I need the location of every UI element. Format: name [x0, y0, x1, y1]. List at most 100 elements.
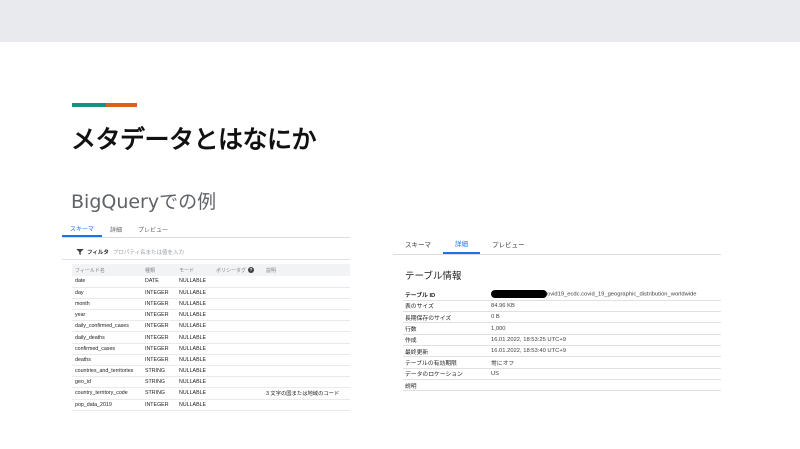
info-label: 長期保存のサイズ: [403, 311, 489, 324]
description-cell: [263, 309, 350, 322]
mode-cell: NULLABLE: [176, 287, 213, 299]
info-row: 表のサイズ 84.96 KB: [403, 300, 721, 313]
info-value: 16.01.2022, 18:53:40 UTC+9: [489, 345, 721, 358]
description-cell: [263, 320, 350, 333]
table-row[interactable]: daily_deaths INTEGER NULLABLE: [72, 331, 350, 344]
filter-bar[interactable]: フィルタ プロパティ名または値を入力: [62, 244, 350, 260]
tab-preview[interactable]: プレビュー: [480, 239, 537, 254]
type-cell: INTEGER: [142, 343, 176, 355]
info-label: 行数: [403, 322, 489, 335]
column-header-policy-tag: ポリシータグ?: [213, 264, 263, 276]
info-label: テーブルの有効期限: [403, 356, 489, 369]
mode-cell: NULLABLE: [176, 376, 213, 389]
info-label: データのロケーション: [403, 368, 489, 380]
table-row[interactable]: pop_data_2019 INTEGER NULLABLE: [72, 399, 350, 411]
policy-tag-cell: [213, 376, 263, 389]
field-name-cell: pop_data_2019: [72, 399, 142, 411]
type-cell: INTEGER: [142, 298, 176, 311]
info-row: 行数 1,000: [403, 322, 721, 335]
type-cell: INTEGER: [142, 354, 176, 367]
table-row[interactable]: countries_and_territories STRING NULLABLE: [72, 365, 350, 378]
table-row[interactable]: daily_confirmed_cases INTEGER NULLABLE: [72, 320, 350, 333]
info-value: 常にオフ: [489, 356, 721, 369]
policy-tag-cell: [213, 365, 263, 378]
info-value: 84.96 KB: [489, 300, 721, 313]
slide-title: メタデータとはなにか: [71, 125, 317, 154]
schema-body: date DATE NULLABLE day INTEGER NULLABLE month I…: [72, 276, 350, 411]
table-row[interactable]: geo_id STRING NULLABLE: [72, 376, 350, 389]
table-row[interactable]: date DATE NULLABLE: [72, 276, 350, 288]
description-cell: [263, 287, 350, 299]
mode-cell: NULLABLE: [176, 276, 213, 288]
mode-cell: NULLABLE: [176, 309, 213, 322]
info-value: ovid19_ecdc.covid_19_geographic_distribu…: [489, 289, 721, 301]
table-row[interactable]: year INTEGER NULLABLE: [72, 309, 350, 322]
mode-cell: NULLABLE: [176, 365, 213, 378]
table-row[interactable]: month INTEGER NULLABLE: [72, 298, 350, 311]
info-label: 作成: [403, 334, 489, 346]
filter-icon: [76, 248, 84, 255]
info-row: 作成 16.01.2022, 18:53:25 UTC+9: [403, 334, 721, 346]
help-icon[interactable]: ?: [248, 267, 255, 273]
policy-tag-cell: [213, 298, 263, 311]
policy-tag-cell: [213, 276, 263, 288]
field-name-cell: country_territory_code: [72, 387, 142, 400]
tab-details[interactable]: 詳細: [443, 238, 480, 254]
type-cell: INTEGER: [142, 399, 176, 411]
tab-preview[interactable]: プレビュー: [130, 225, 176, 237]
table-info: テーブル ID ovid19_ecdc.covid_19_geographic_d…: [403, 289, 721, 392]
policy-tag-cell: [213, 399, 263, 411]
info-row: テーブル ID ovid19_ecdc.covid_19_geographic_d…: [403, 289, 721, 301]
policy-tag-cell: [213, 331, 263, 344]
policy-tag-cell: [213, 343, 263, 355]
description-cell: [263, 276, 350, 288]
field-name-cell: day: [72, 287, 142, 299]
schema-panel: スキーマ 詳細 プレビュー フィルタ プロパティ名または値を入力 フィールド名 …: [62, 224, 350, 414]
info-label: 最終更新: [403, 345, 489, 358]
field-name-cell: geo_id: [72, 376, 142, 389]
top-band: [0, 0, 800, 42]
table-row[interactable]: country_territory_code STRING NULLABLE 3 文字…: [72, 387, 350, 400]
policy-tag-cell: [213, 287, 263, 299]
description-cell: [263, 399, 350, 411]
field-name-cell: daily_confirmed_cases: [72, 320, 142, 333]
table-id-value: ovid19_ecdc.covid_19_geographic_distribu…: [547, 291, 697, 298]
description-cell: [263, 343, 350, 355]
info-label: 表のサイズ: [403, 300, 489, 313]
filter-input[interactable]: プロパティ名または値を入力: [113, 248, 184, 256]
table-row[interactable]: confirmed_cases INTEGER NULLABLE: [72, 343, 350, 355]
description-cell: [263, 376, 350, 389]
filter-label: フィルタ: [87, 249, 109, 256]
accent-bar-orange: [106, 103, 137, 107]
redaction-mark: [491, 290, 547, 299]
info-value: 0 B: [489, 311, 721, 324]
info-row: データのロケーション US: [403, 368, 721, 380]
schema-table: フィールド名 種類 モード ポリシータグ? 説明 date DATE NULLABL…: [72, 264, 350, 411]
type-cell: STRING: [142, 365, 176, 378]
info-value: 1,000: [489, 322, 721, 335]
field-name-cell: date: [72, 276, 142, 288]
info-row: 長期保存のサイズ 0 B: [403, 311, 721, 324]
type-cell: STRING: [142, 387, 176, 400]
info-row: 最終更新 16.01.2022, 18:53:40 UTC+9: [403, 345, 721, 358]
field-name-cell: year: [72, 309, 142, 322]
mode-cell: NULLABLE: [176, 343, 213, 355]
policy-tag-cell: [213, 354, 263, 367]
type-cell: INTEGER: [142, 309, 176, 322]
tab-details[interactable]: 詳細: [102, 225, 130, 237]
details-panel: スキーマ 詳細 プレビュー テーブル情報 テーブル ID ovid19_ecdc.…: [393, 237, 721, 397]
mode-cell: NULLABLE: [176, 298, 213, 311]
tab-schema[interactable]: スキーマ: [393, 239, 443, 254]
type-cell: STRING: [142, 376, 176, 389]
schema-tabs: スキーマ 詳細 プレビュー: [62, 224, 350, 238]
description-cell: [263, 298, 350, 311]
info-label: 説明: [403, 379, 489, 392]
tab-schema[interactable]: スキーマ: [62, 224, 103, 237]
table-row[interactable]: day INTEGER NULLABLE: [72, 287, 350, 299]
mode-cell: NULLABLE: [176, 354, 213, 367]
type-cell: INTEGER: [142, 320, 176, 333]
type-cell: DATE: [142, 276, 176, 288]
column-header-type: 種類: [142, 264, 176, 276]
slide-subtitle: BigQueryでの例: [71, 191, 217, 213]
table-row[interactable]: deaths INTEGER NULLABLE: [72, 354, 350, 367]
